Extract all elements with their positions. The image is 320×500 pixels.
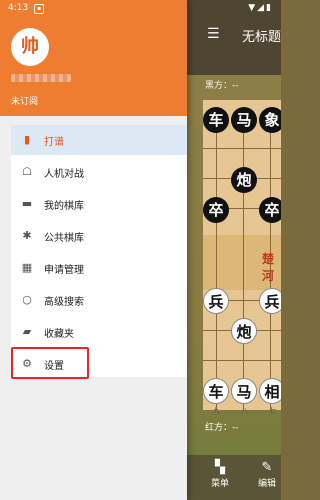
black-cannon-piece[interactable]: 炮 [231,167,257,193]
red-chariot-piece[interactable]: 车 [203,378,229,404]
menu-item-label: 高级搜索 [44,297,84,308]
black-soldier-piece[interactable]: 卒 [259,197,281,223]
menu-item-advanced-search[interactable]: ○ 高级搜索 [11,285,187,315]
red-horse-piece[interactable]: 马 [231,378,257,404]
red-cannon-piece[interactable]: 炮 [231,318,257,344]
menu-item-label: 我的棋库 [44,201,84,212]
subscription-status: 未订阅 [11,97,39,107]
menu-button[interactable]: ▚ 菜单 [205,460,235,489]
search-icon: ○ [22,293,32,306]
board-line [243,118,244,410]
board-line [216,118,217,410]
favorite-folder-icon: ▰ [22,325,32,338]
board-coordinate: 七 [269,407,276,415]
drawer-menu: ▮ 打谱 ☖ 人机对战 ▬ 我的棋库 ✱ 公共棋库 ▦ 申请管理 ○ 高级搜索 … [11,125,187,379]
menu-item-label: 公共棋库 [44,233,84,244]
red-soldier-piece[interactable]: 兵 [259,288,281,314]
wifi-icon: ▼ [248,3,258,13]
navigation-drawer: 帅 未订阅 ▮ 打谱 ☖ 人机对战 ▬ 我的棋库 ✱ 公共棋库 ▦ 申请管理 ○… [0,0,187,500]
black-horse-piece[interactable]: 马 [231,107,257,133]
menu-button-label: 菜单 [210,479,229,489]
status-bar: 4:13 ▪ ▼◢▮ [0,0,281,16]
edit-button[interactable]: ✎ 编辑 [252,460,281,489]
black-soldier-piece[interactable]: 卒 [203,197,229,223]
hamburger-menu-icon[interactable]: ☰ [207,26,220,42]
signal-icon: ◢ [257,3,267,13]
red-soldier-piece[interactable]: 兵 [203,288,229,314]
menu-item-public-library[interactable]: ✱ 公共棋库 [11,221,187,251]
username-redacted [11,74,71,82]
notification-icon: ▪ [34,4,44,14]
menu-item-requests[interactable]: ▦ 申请管理 [11,253,187,283]
calendar-icon: ▦ [21,261,33,274]
menu-item-dapu[interactable]: ▮ 打谱 [11,125,187,155]
edit-button-label: 编辑 [257,479,276,489]
black-elephant-piece[interactable]: 象 [259,107,281,133]
folder-icon: ▬ [21,197,33,210]
avatar[interactable]: 帅 [11,28,49,66]
drawer-header: 帅 未订阅 [0,0,187,116]
red-side-label: 红方：-- [205,423,239,433]
grid-icon: ▚ [215,460,225,475]
menu-item-label: 人机对战 [44,169,84,180]
menu-item-label: 申请管理 [44,265,84,276]
black-chariot-piece[interactable]: 车 [203,107,229,133]
app-bar: ☰ 无标题 [185,16,281,50]
settings-highlight-box [11,347,89,379]
app-title: 无标题 [242,30,282,45]
board-coordinate: 九 [213,407,220,415]
menu-item-label: 打谱 [44,137,64,148]
robot-icon: ☖ [22,165,32,178]
board-coordinate: 八 [241,407,248,415]
edit-icon: ✎ [261,460,273,475]
status-time: 4:13 [8,3,29,13]
board-line [203,148,281,149]
menu-item-my-library[interactable]: ▬ 我的棋库 [11,189,187,219]
menu-item-label: 收藏夹 [44,329,74,340]
status-icons: ▼◢▮ [248,3,273,13]
black-side-label: 黑方：-- [205,81,239,91]
red-minister-piece[interactable]: 相 [259,378,281,404]
board-line [203,360,281,361]
river-text: 楚河 [262,252,275,283]
menu-item-favorites[interactable]: ▰ 收藏夹 [11,317,187,347]
asterisk-icon: ✱ [22,229,32,242]
menu-item-ai-battle[interactable]: ☖ 人机对战 [11,157,187,187]
bookmark-icon: ▮ [23,133,31,146]
battery-icon: ▮ [266,3,273,13]
